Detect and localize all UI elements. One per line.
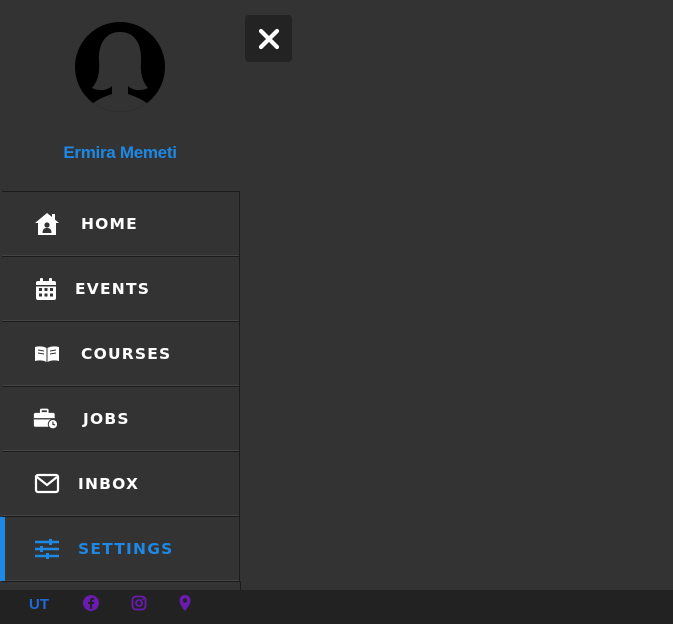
close-button[interactable] [245, 15, 292, 62]
location-pin-icon[interactable] [176, 594, 194, 612]
avatar [75, 22, 165, 112]
nav-menu: HOME EVENTS COURSES JOBS INBOX SETTINGS [0, 191, 240, 582]
menu-item-jobs[interactable]: JOBS [2, 387, 240, 452]
briefcase-clock-icon [33, 408, 59, 430]
menu-item-home[interactable]: HOME [2, 192, 240, 257]
facebook-icon[interactable] [82, 594, 100, 612]
instagram-icon[interactable] [130, 594, 148, 612]
calendar-icon [36, 278, 56, 300]
close-icon [258, 28, 279, 49]
footer: UT [0, 590, 673, 624]
brand-logo[interactable]: UT [29, 596, 49, 613]
sliders-icon [35, 539, 59, 559]
menu-item-label: COURSES [81, 345, 172, 363]
menu-item-label: SETTINGS [78, 540, 174, 558]
menu-item-settings[interactable]: SETTINGS [0, 517, 240, 582]
sidebar: Ermira Memeti HOME EVENTS COURSES JOBS I… [0, 0, 241, 591]
home-icon [35, 213, 59, 235]
menu-item-label: INBOX [78, 475, 140, 493]
menu-item-label: HOME [81, 215, 138, 233]
open-book-icon [35, 346, 59, 362]
menu-item-inbox[interactable]: INBOX [2, 452, 240, 517]
menu-item-label: JOBS [83, 410, 130, 428]
menu-item-events[interactable]: EVENTS [2, 257, 240, 322]
menu-item-label: EVENTS [75, 280, 151, 298]
menu-item-courses[interactable]: COURSES [2, 322, 240, 387]
envelope-icon [34, 473, 60, 494]
user-name: Ermira Memeti [63, 143, 177, 162]
